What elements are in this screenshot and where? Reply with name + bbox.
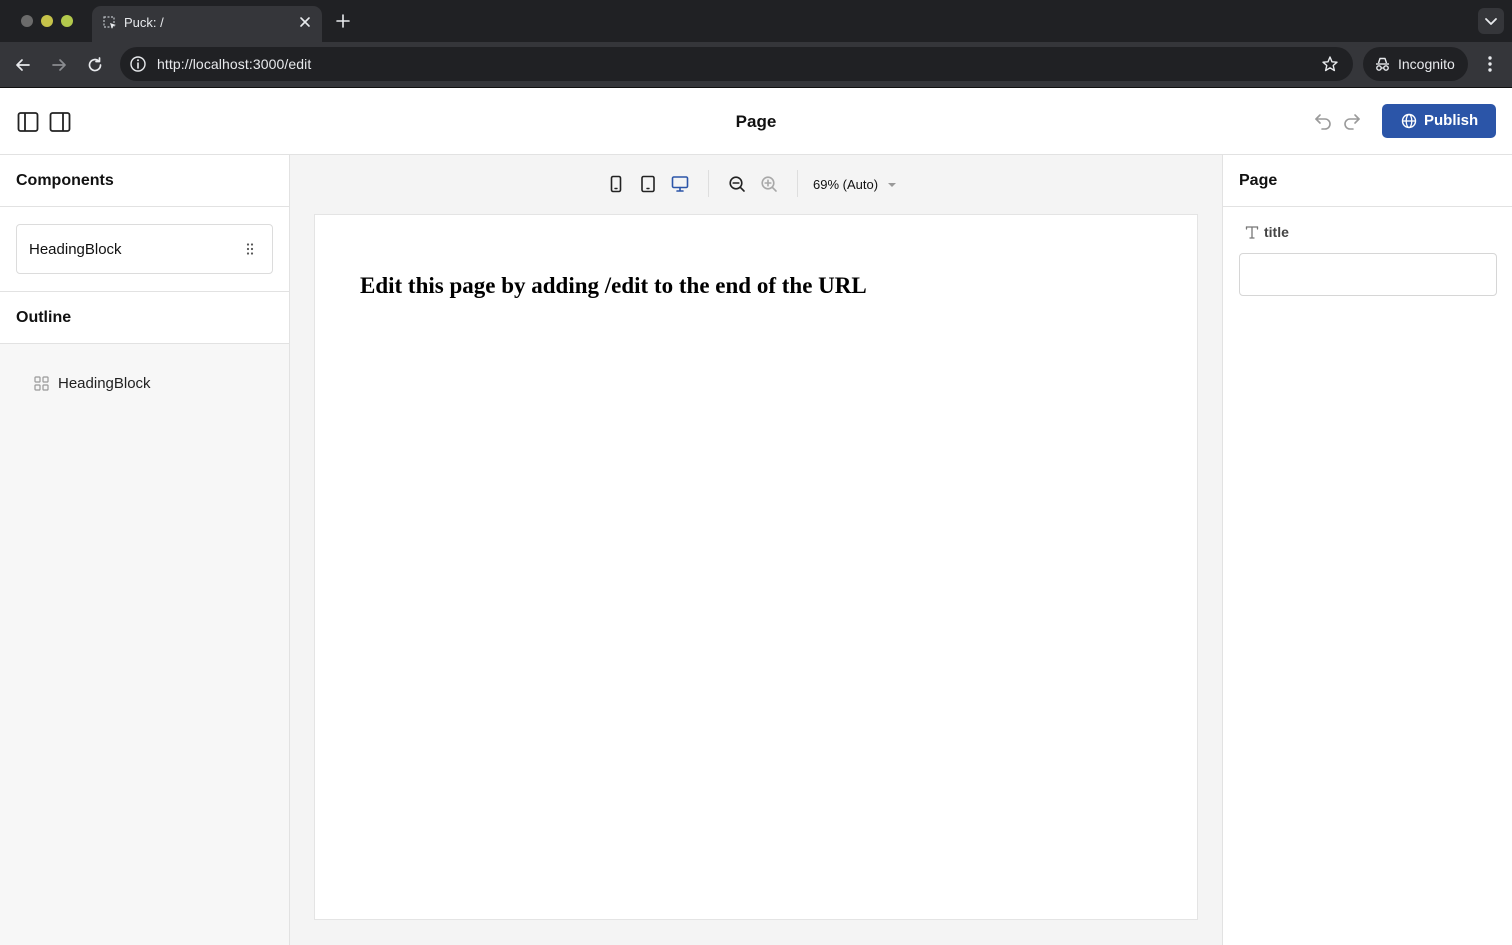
zoom-level-select[interactable]: 69% (Auto) xyxy=(813,177,878,192)
right-sidebar: Page title xyxy=(1222,155,1512,945)
tablet-viewport-icon[interactable] xyxy=(637,173,659,195)
browser-tab-bar: Puck: / xyxy=(0,0,1512,42)
toolbar-divider xyxy=(708,170,709,197)
canvas-area: 69% (Auto) Edit this page by adding /edi… xyxy=(290,155,1222,945)
publish-label: Publish xyxy=(1424,112,1479,129)
text-type-icon xyxy=(1245,226,1259,239)
chevron-down-icon xyxy=(1485,18,1497,25)
incognito-label: Incognito xyxy=(1398,56,1455,72)
zoom-in-icon[interactable] xyxy=(758,173,780,195)
undo-icon[interactable] xyxy=(1312,110,1334,132)
fields-heading: Page xyxy=(1239,172,1278,189)
outline-header: Outline xyxy=(0,292,289,344)
page-preview[interactable]: Edit this page by adding /edit to the en… xyxy=(314,214,1198,920)
heading-block[interactable]: Edit this page by adding /edit to the en… xyxy=(360,273,867,299)
outline-item-label: HeadingBlock xyxy=(58,375,151,392)
editor-header: Page Publish xyxy=(0,88,1512,155)
star-icon[interactable] xyxy=(1321,55,1339,73)
outline-item-headingblock[interactable]: HeadingBlock xyxy=(34,372,274,394)
kebab-menu-icon[interactable] xyxy=(1480,53,1500,75)
mobile-viewport-icon[interactable] xyxy=(605,173,627,195)
title-field-label: title xyxy=(1264,224,1289,240)
zoom-out-icon[interactable] xyxy=(726,173,748,195)
desktop-viewport-icon[interactable] xyxy=(669,173,691,195)
incognito-badge[interactable]: Incognito xyxy=(1363,47,1468,81)
publish-button[interactable]: Publish xyxy=(1382,104,1496,138)
toolbar-divider xyxy=(797,170,798,197)
globe-icon xyxy=(1401,113,1417,129)
maximize-window-button[interactable] xyxy=(61,15,73,27)
drag-handle-icon[interactable] xyxy=(245,242,255,256)
close-icon[interactable] xyxy=(297,14,313,30)
redo-icon[interactable] xyxy=(1341,110,1363,132)
caret-down-icon[interactable] xyxy=(887,181,897,189)
title-input[interactable] xyxy=(1239,253,1497,296)
reload-icon[interactable] xyxy=(84,54,106,76)
component-item-headingblock[interactable]: HeadingBlock xyxy=(16,224,273,274)
back-arrow-icon[interactable] xyxy=(12,54,34,76)
fields-header: Page xyxy=(1223,155,1512,207)
address-bar[interactable]: http://localhost:3000/edit xyxy=(120,47,1353,81)
outline-heading: Outline xyxy=(16,309,72,326)
incognito-icon xyxy=(1376,57,1389,71)
plus-icon[interactable] xyxy=(334,12,352,30)
favicon-icon xyxy=(103,16,116,29)
page-title: Page xyxy=(735,112,777,131)
close-window-button[interactable] xyxy=(21,15,33,27)
components-heading: Components xyxy=(16,172,114,189)
components-header: Components xyxy=(0,155,289,207)
component-list: HeadingBlock xyxy=(0,207,289,292)
component-grid-icon xyxy=(34,376,49,391)
browser-tab[interactable]: Puck: / xyxy=(92,6,322,42)
component-item-label: HeadingBlock xyxy=(29,241,122,258)
forward-arrow-icon[interactable] xyxy=(48,54,70,76)
url-text[interactable]: http://localhost:3000/edit xyxy=(157,56,311,72)
left-sidebar: Components HeadingBlock Outline HeadingB… xyxy=(0,155,290,945)
info-icon[interactable] xyxy=(128,54,148,74)
tab-search-button[interactable] xyxy=(1478,8,1504,34)
minimize-window-button[interactable] xyxy=(41,15,53,27)
browser-toolbar: http://localhost:3000/edit Incognito xyxy=(0,42,1512,88)
tab-title: Puck: / xyxy=(124,15,164,30)
